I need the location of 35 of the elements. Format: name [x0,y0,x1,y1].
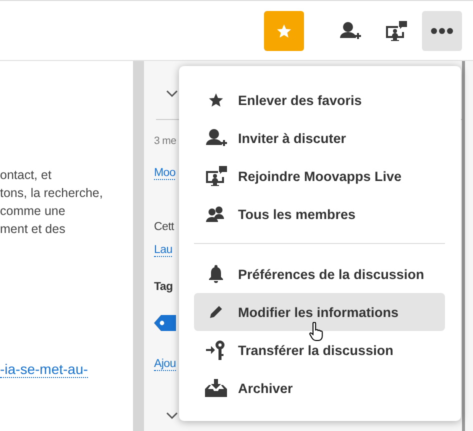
scrollbar[interactable] [462,61,473,431]
date-text: 3 me [154,135,176,147]
pencil-icon [209,305,223,319]
menu-item[interactable]: Archiver [194,369,445,407]
star-icon [208,92,224,108]
screen-chat-icon [205,166,227,186]
menu-item[interactable]: Transférer la discussion [194,331,445,369]
description-text: ontact, et tons, la recherche, comme une ment et des [0,167,103,238]
menu-item[interactable]: Préférences de la discussion [194,255,445,293]
tag-icon[interactable] [154,314,176,332]
menu-item[interactable]: Rejoindre Moovapps Live [194,157,445,195]
info-text: Cett [154,221,174,233]
scrollbar[interactable] [133,61,144,431]
menu-item[interactable]: Tous les membres [194,195,445,233]
inbox-download-icon [205,379,227,397]
author-link[interactable]: Lau [154,244,172,257]
add-link[interactable]: Ajou [154,358,176,371]
menu-item[interactable]: Inviter à discuter [194,119,445,157]
article-link[interactable]: -ia-se-met-au- [0,361,88,378]
group-link[interactable]: Moo [154,167,176,180]
screen-chat-icon [385,20,407,40]
hand-cursor-icon [309,322,323,342]
more-button[interactable] [422,10,462,50]
person-add-icon [339,20,361,40]
menu-item[interactable]: Modifier les informations [194,293,445,331]
chevron-down-icon[interactable] [166,412,178,420]
arrow-key-icon [206,340,226,360]
chevron-down-icon[interactable] [166,90,178,98]
star-icon [276,22,292,38]
tags-heading: Tag [154,281,173,293]
more-icon [431,28,453,34]
menu-item[interactable]: Enlever des favoris [194,81,445,119]
person-add-icon [205,128,227,148]
bell-icon [208,265,224,283]
people-icon [206,206,226,222]
